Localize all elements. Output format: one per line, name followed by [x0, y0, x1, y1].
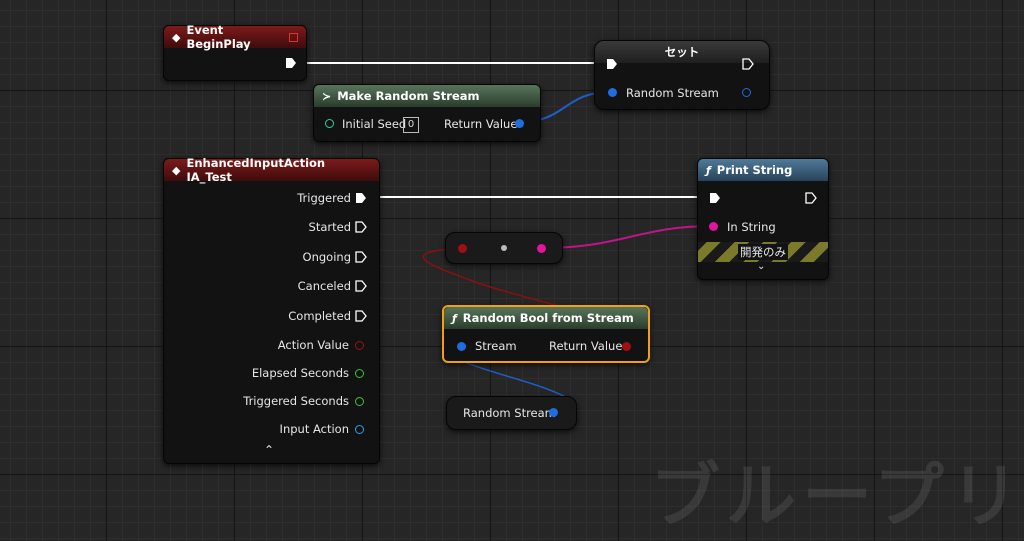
return-value-label: Return Value [549, 339, 623, 353]
initial-seed-pin-icon[interactable] [325, 119, 334, 128]
set-variable-node[interactable]: セット Random Stream [594, 40, 770, 110]
exec-in-pin-icon[interactable] [606, 58, 618, 70]
reroute-center-dot-icon [501, 245, 507, 251]
pin-label-canceled: Canceled [297, 279, 351, 293]
in-string-pin-icon[interactable] [709, 222, 718, 231]
set-variable-title: セット [664, 45, 700, 59]
print-string-node[interactable]: ƒ Print String In String 開発のみ ⌄ [697, 158, 829, 280]
random-stream-variable-node[interactable]: Random Stream [446, 396, 577, 430]
random-stream-variable-label: Random Stream [463, 406, 556, 420]
enhanced-input-action-header[interactable]: ◆ EnhancedInputAction IA_Test [164, 156, 379, 184]
enhanced-input-action-title: EnhancedInputAction IA_Test [186, 156, 326, 184]
pin-label-triggered-seconds: Triggered Seconds [243, 394, 349, 408]
random-bool-from-stream-title: Random Bool from Stream [462, 311, 634, 325]
exec-out-pin-icon[interactable] [742, 58, 754, 70]
input-action-pin-icon[interactable] [355, 425, 364, 434]
pin-label-action-value: Action Value [277, 338, 349, 352]
print-string-header[interactable]: ƒ Print String [698, 159, 828, 181]
blueprint-watermark: ブループリント [650, 455, 1024, 537]
exec-in-pin-icon[interactable] [709, 192, 721, 204]
collapse-chevron-up-icon[interactable]: ⌃ [264, 443, 274, 457]
initial-seed-label: Initial Seed [342, 117, 407, 131]
delegate-square-icon[interactable] [289, 32, 298, 42]
ongoing-exec-pin-icon[interactable] [355, 251, 367, 263]
function-icon: ƒ [452, 311, 457, 325]
in-string-label: In String [727, 220, 776, 234]
pin-label-triggered: Triggered [297, 191, 351, 205]
string-wire-reroute-to-print[interactable] [542, 225, 713, 249]
event-beginplay-header[interactable]: ◆ Event BeginPlay [164, 23, 306, 51]
return-value-pin-icon[interactable] [515, 119, 524, 128]
event-beginplay-node[interactable]: ◆ Event BeginPlay [163, 23, 307, 81]
reroute-out-pin-icon[interactable] [537, 244, 546, 253]
print-string-title: Print String [716, 163, 793, 177]
make-random-stream-title: Make Random Stream [337, 89, 480, 103]
pin-label-started: Started [308, 220, 351, 234]
dev-only-label: 開発のみ [738, 244, 788, 260]
elapsed-seconds-pin-icon[interactable] [355, 369, 364, 378]
event-beginplay-title: Event BeginPlay [186, 23, 251, 51]
triggered-exec-pin-icon[interactable] [355, 192, 367, 204]
return-value-pin-icon[interactable] [622, 342, 631, 351]
stream-in-pin-icon[interactable] [457, 342, 466, 351]
event-diamond-icon: ◆ [172, 163, 181, 177]
reroute-in-pin-icon[interactable] [458, 244, 467, 253]
stream-label: Stream [475, 339, 517, 353]
action-value-pin-icon[interactable] [355, 341, 364, 350]
exec-out-pin-icon[interactable] [285, 57, 297, 69]
started-exec-pin-icon[interactable] [355, 221, 367, 233]
random-stream-label: Random Stream [626, 86, 719, 100]
event-diamond-icon: ◆ [172, 30, 181, 44]
exec-out-pin-icon[interactable] [805, 192, 817, 204]
random-bool-from-stream-node[interactable]: ƒ Random Bool from Stream Stream Return … [442, 305, 650, 363]
enhanced-input-action-node[interactable]: ◆ EnhancedInputAction IA_Test Triggered … [163, 156, 380, 464]
pin-label-completed: Completed [288, 309, 351, 323]
random-stream-in-pin-icon[interactable] [608, 88, 617, 97]
make-random-stream-header[interactable]: ≻ Make Random Stream [314, 85, 540, 107]
function-icon: ƒ [706, 163, 711, 177]
random-stream-out-pin-icon[interactable] [549, 408, 558, 417]
initial-seed-input[interactable]: 0 [403, 117, 419, 133]
triggered-seconds-pin-icon[interactable] [355, 397, 364, 406]
pin-label-input-action: Input Action [279, 422, 349, 436]
completed-exec-pin-icon[interactable] [355, 310, 367, 322]
canceled-exec-pin-icon[interactable] [355, 280, 367, 292]
return-value-label: Return Value [444, 117, 518, 131]
make-random-stream-node[interactable]: ≻ Make Random Stream Initial Seed 0 Retu… [313, 84, 541, 142]
expand-chevron-down-icon[interactable]: ⌄ [757, 261, 765, 272]
make-struct-icon: ≻ [322, 89, 332, 103]
random-bool-from-stream-header[interactable]: ƒ Random Bool from Stream [444, 307, 648, 329]
reroute-node[interactable] [445, 232, 563, 264]
random-stream-out-pin-icon[interactable] [742, 88, 751, 97]
pin-label-ongoing: Ongoing [302, 250, 351, 264]
pin-label-elapsed-seconds: Elapsed Seconds [251, 366, 349, 380]
